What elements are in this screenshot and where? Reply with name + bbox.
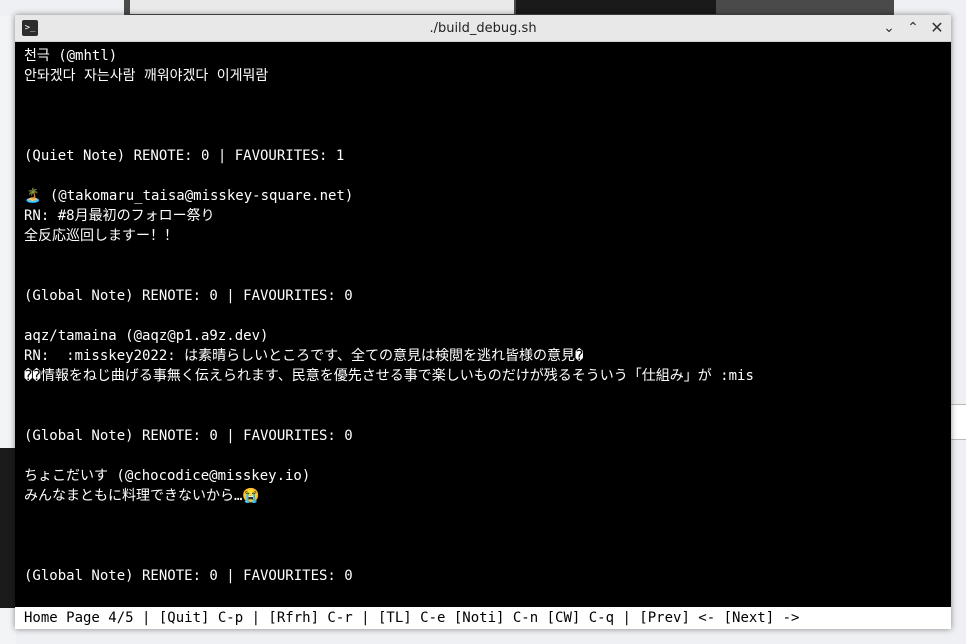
window-title: ./build_debug.sh [429,21,537,36]
terminal-line: RN: #8月最初のフォロー祭り [24,208,215,224]
minimize-button[interactable]: ⌄ [879,18,899,38]
background-window-dark-panel [516,0,716,14]
status-bar: Home Page 4/5 | [Quit] C-p | [Rfrh] C-r … [15,607,951,629]
background-dark-block [0,448,16,608]
terminal-line: ��情報をねじ曲げる事無く伝えられます、民意を優先させる事で楽しいものだけが残る… [24,368,754,384]
terminal-line: 全反応巡回しますー！！ [24,228,178,244]
background-window-content [130,0,514,14]
background-window-right [950,16,966,644]
terminal-line: (Quiet Note) RENOTE: 0 | FAVOURITES: 1 [24,148,345,164]
terminal-line: (Global Note) RENOTE: 0 | FAVOURITES: 0 [24,568,353,584]
terminal-line: RN: :misskey2022: は素晴らしいところです、全ての意見は検閲を逃… [24,348,584,364]
terminal-line: 천극 (@mhtl) [24,48,118,64]
terminal-line: (Global Note) RENOTE: 0 | FAVOURITES: 0 [24,288,353,304]
terminal-line: (Global Note) RENOTE: 0 | FAVOURITES: 0 [24,428,353,444]
terminal-window[interactable]: >_ ./build_debug.sh ⌄ ⌃ ✕ 천극 (@mhtl) 안돠겠다… [15,15,951,629]
terminal-line: ちょこだいす (@chocodice@misskey.io) [24,468,311,484]
background-window-left [0,16,16,644]
terminal-line: aqz/tamaina (@aqz@p1.a9z.dev) [24,328,269,344]
terminal-line: 안돠겠다 자는사람 깨워야겠다 이게뭐람 [24,68,269,84]
maximize-button[interactable]: ⌃ [903,18,923,38]
terminal-output[interactable]: 천극 (@mhtl) 안돠겠다 자는사람 깨워야겠다 이게뭐람 (Quiet Not… [24,42,942,607]
title-bar[interactable]: >_ ./build_debug.sh ⌄ ⌃ ✕ [15,15,951,42]
terminal-line: 🏝️ (@takomaru_taisa@misskey-square.net) [24,188,354,204]
terminal-line: みんなまともに料理できないから…😭 [24,488,260,504]
close-button[interactable]: ✕ [927,18,947,38]
background-input-box [950,404,966,440]
